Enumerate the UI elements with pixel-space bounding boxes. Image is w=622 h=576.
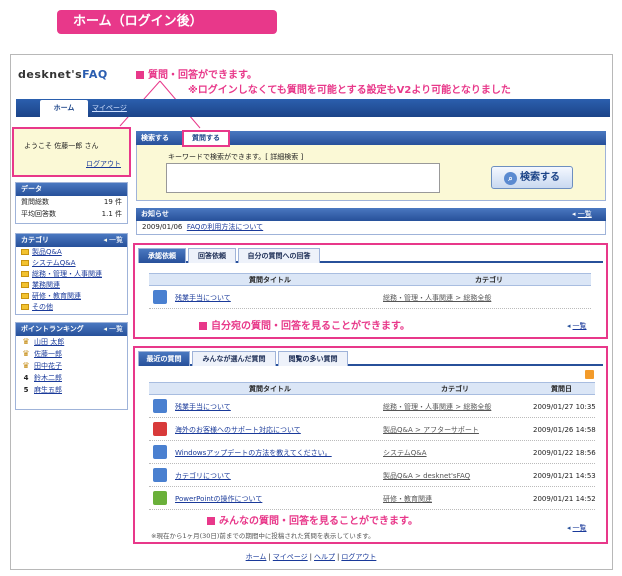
data-panel: データ 質問総数 19 件 平均回答数 1.1 件 xyxy=(15,182,128,224)
notice-more-link[interactable]: ◂ 一覧 xyxy=(572,209,592,219)
search-button[interactable]: ⌕ 検索する xyxy=(491,166,573,189)
table-header: 質問タイトル カテゴリ xyxy=(149,273,591,286)
data-row: 質問総数 19 件 xyxy=(21,198,122,206)
category-item[interactable]: システムQ&A xyxy=(16,258,127,269)
tab-answers-to-mine[interactable]: 自分の質問への回答 xyxy=(238,248,320,263)
category-item[interactable]: 製品Q&A xyxy=(16,247,127,258)
folder-icon xyxy=(21,282,29,288)
footer-link-logout[interactable]: ログアウト xyxy=(341,553,376,561)
callout-my-questions: 自分宛の質問・回答を見ることができます。 xyxy=(199,317,410,332)
question-icon xyxy=(153,399,167,413)
welcome-box: ようこそ 佐藤一郎 さん ログアウト xyxy=(12,127,131,177)
folder-icon xyxy=(21,271,29,277)
everyone-questions-more-link[interactable]: 一覧 xyxy=(567,523,587,533)
question-icon xyxy=(153,491,167,505)
ranking-item[interactable]: 5 麻生五郎 xyxy=(16,384,127,396)
search-input[interactable] xyxy=(166,163,440,193)
footer-links: ホーム | マイページ | ヘルプ | ログアウト xyxy=(245,553,377,561)
tab-answer-request[interactable]: 回答依頼 xyxy=(188,248,236,263)
data-panel-title: データ xyxy=(16,183,127,196)
list-icon: ◂ xyxy=(572,210,576,218)
table-row[interactable]: 海外のお客様へのサポート対応について 製品Q&A > アフターサポート 2009… xyxy=(149,419,596,441)
category-item[interactable]: 研修・教育関連 xyxy=(16,291,127,302)
tab-search[interactable]: 検索する xyxy=(141,133,169,143)
table-row[interactable]: 残業手当について 総務・管理・人事関連 > 総務全般 xyxy=(149,287,591,309)
table-row[interactable]: カテゴリについて 製品Q&A > desknet'sFAQ 2009/01/21… xyxy=(149,465,596,487)
my-questions-box: 承認依頼 回答依頼 自分の質問への回答 質問タイトル カテゴリ 残業手当について… xyxy=(133,243,608,339)
everyone-questions-box: 最近の質問 みんなが選んだ質問 閲覧の多い質問 質問タイトル カテゴリ 質問日 … xyxy=(133,346,608,544)
logo-text: desknet's xyxy=(18,68,83,81)
callout-everyone-questions: みんなの質問・回答を見ることができます。 xyxy=(207,512,418,527)
category-panel: カテゴリ一覧 製品Q&A システムQ&A 総務・管理・人事関連 業務関連 研修・… xyxy=(15,233,128,315)
ranking-item[interactable]: ♛ 田中花子 xyxy=(16,360,127,372)
tab-recent-questions[interactable]: 最近の質問 xyxy=(138,351,190,366)
tab-popular-questions[interactable]: 閲覧の多い質問 xyxy=(278,351,348,366)
ranking-panel: ポイントランキング一覧 ♛山田 太郎 ♛佐藤一郎 ♛田中花子 4鈴木二郎 5麻生… xyxy=(15,322,128,410)
notice-item[interactable]: 2009/01/06 FAQの利用方法について xyxy=(136,221,606,235)
callout-ask-note: ※ログインしなくても質問を可能とする設定もV2より可能となりました xyxy=(188,85,511,96)
search-icon: ⌕ xyxy=(504,172,517,185)
square-bullet-icon xyxy=(199,322,207,330)
square-bullet-icon xyxy=(207,517,215,525)
crown-icon: ♛ xyxy=(22,349,30,358)
data-row: 平均回答数 1.1 件 xyxy=(21,210,122,218)
my-questions-more-link[interactable]: 一覧 xyxy=(567,321,587,331)
search-hint: キーワードで検索ができます。[ 詳細検索 ] xyxy=(168,153,304,161)
question-icon xyxy=(153,445,167,459)
logout-link[interactable]: ログアウト xyxy=(86,159,121,169)
footer-link-mypage[interactable]: マイページ xyxy=(273,553,308,561)
folder-icon xyxy=(21,293,29,299)
folder-icon xyxy=(21,249,29,255)
app-logo: desknet'sFAQ xyxy=(18,68,108,81)
table-header: 質問タイトル カテゴリ 質問日 xyxy=(149,382,595,395)
ranking-more-link[interactable]: 一覧 xyxy=(103,323,123,336)
page-title: ホーム（ログイン後） xyxy=(57,10,277,34)
ranking-item[interactable]: ♛ 佐藤一郎 xyxy=(16,348,127,360)
category-more-link[interactable]: 一覧 xyxy=(103,234,123,247)
my-questions-tabs: 承認依頼 回答依頼 自分の質問への回答 xyxy=(138,248,603,263)
ranking-item[interactable]: ♛ 山田 太郎 xyxy=(16,336,127,348)
ranking-item[interactable]: 4 鈴木二郎 xyxy=(16,372,127,384)
question-icon xyxy=(153,468,167,482)
notice-title: お知らせ xyxy=(136,208,606,221)
category-item[interactable]: その他 xyxy=(16,302,127,313)
crown-icon: ♛ xyxy=(22,361,30,370)
tab-chosen-questions[interactable]: みんなが選んだ質問 xyxy=(192,351,276,366)
crown-icon: ♛ xyxy=(22,337,30,346)
table-row[interactable]: 残業手当について 総務・管理・人事関連 > 総務全般 2009/01/27 10… xyxy=(149,396,596,418)
nav-tab-mypage[interactable]: マイページ xyxy=(92,101,127,115)
ranking-panel-title: ポイントランキング一覧 xyxy=(16,323,127,336)
footer-link-home[interactable]: ホーム xyxy=(246,553,267,561)
category-item[interactable]: 総務・管理・人事関連 xyxy=(16,269,127,280)
table-row[interactable]: Windowsアップデートの方法を教えてください。 システムQ&A 2009/0… xyxy=(149,442,596,464)
recent-note: ※現在から1ヶ月(30日)前までの期間中に投稿された質問を表示しています。 xyxy=(151,532,375,540)
rss-icon[interactable] xyxy=(585,370,594,379)
question-icon xyxy=(153,422,167,436)
category-item[interactable]: 業務関連 xyxy=(16,280,127,291)
category-panel-title: カテゴリ一覧 xyxy=(16,234,127,247)
question-icon xyxy=(153,290,167,304)
folder-icon xyxy=(21,260,29,266)
tab-approval-request[interactable]: 承認依頼 xyxy=(138,248,186,263)
table-row[interactable]: PowerPointの操作について 研修・教育関連 2009/01/21 14:… xyxy=(149,488,596,510)
everyone-questions-tabs: 最近の質問 みんなが選んだ質問 閲覧の多い質問 xyxy=(138,351,603,366)
tab-ask-question[interactable]: 質問する xyxy=(182,130,230,147)
nav-tab-home[interactable]: ホーム xyxy=(40,100,88,117)
footer-link-help[interactable]: ヘルプ xyxy=(314,553,335,561)
welcome-message: ようこそ 佐藤一郎 さん xyxy=(24,142,99,150)
folder-icon xyxy=(21,304,29,310)
